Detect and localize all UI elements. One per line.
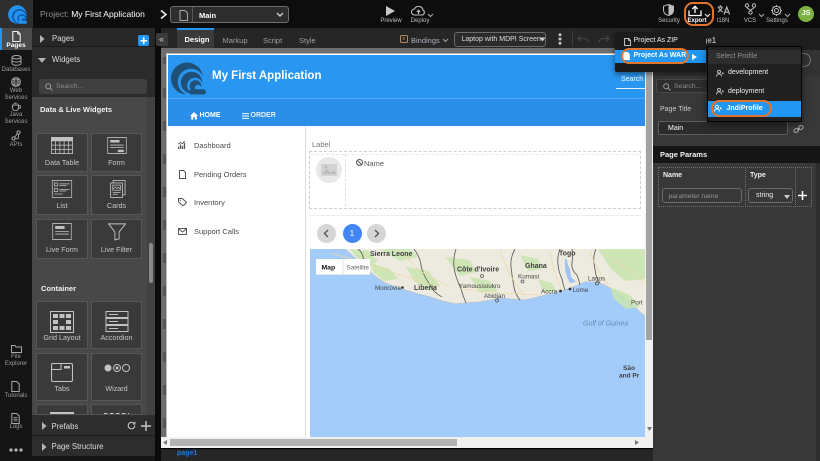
svg-text:Port: Port (631, 300, 643, 307)
svg-text:Ghana: Ghana (525, 263, 547, 270)
svg-text:Lagos: Lagos (588, 276, 605, 283)
svg-text:Abidjan: Abidjan (484, 293, 506, 300)
svg-text:Liberia: Liberia (414, 285, 437, 292)
svg-text:Lome: Lome (573, 287, 589, 294)
svg-text:and Pr: and Pr (619, 373, 640, 380)
svg-text:Kumasi: Kumasi (518, 274, 539, 281)
svg-text:Satellite: Satellite (347, 265, 370, 272)
svg-text:Yamoussoukro: Yamoussoukro (459, 283, 501, 290)
svg-text:Map: Map (322, 265, 336, 272)
svg-text:Sierra Leone: Sierra Leone (370, 251, 413, 258)
svg-text:São: São (623, 365, 635, 372)
svg-text:Togo: Togo (559, 251, 576, 258)
svg-text:Accra: Accra (541, 289, 558, 296)
svg-text:Côte d'Ivoire: Côte d'Ivoire (457, 267, 499, 274)
svg-text:Monrovia: Monrovia (375, 285, 401, 292)
svg-text:Gulf of Guinea: Gulf of Guinea (583, 321, 628, 328)
